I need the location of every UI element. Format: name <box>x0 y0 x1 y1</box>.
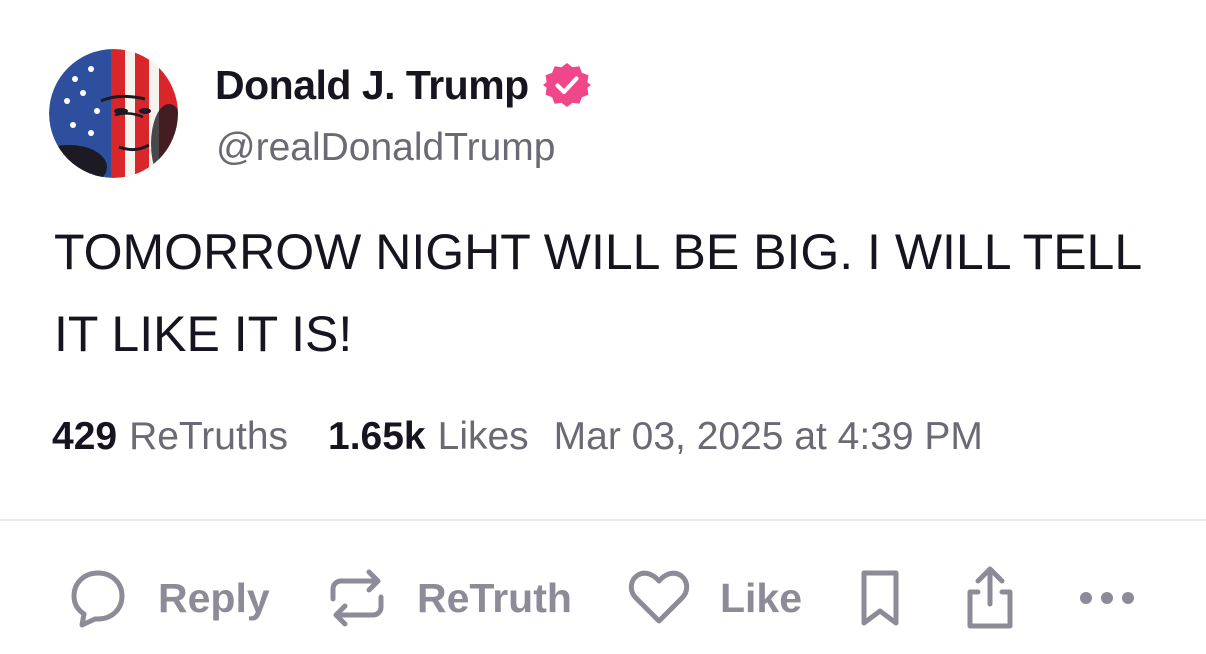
like-label: Like <box>720 574 803 621</box>
retruth-button[interactable]: ReTruth <box>325 560 572 636</box>
bookmark-button[interactable] <box>853 560 907 636</box>
verified-badge-icon <box>542 63 591 107</box>
author-handle[interactable]: @realDonaldTrump <box>216 126 555 170</box>
retruths-label[interactable]: ReTruths <box>129 415 288 459</box>
more-dots-icon <box>1080 592 1134 604</box>
likes-count[interactable]: 1.65k <box>328 415 426 459</box>
reply-label: Reply <box>158 574 270 621</box>
post-timestamp[interactable]: Mar 03, 2025 at 4:39 PM <box>554 415 983 459</box>
avatar[interactable] <box>49 49 178 178</box>
repost-arrows-icon <box>330 569 384 627</box>
avatar-image <box>49 49 178 178</box>
likes-label[interactable]: Likes <box>438 415 529 459</box>
more-button[interactable] <box>1076 560 1138 636</box>
post-text: TOMORROW NIGHT WILL BE BIG. I WILL TELL … <box>54 224 1141 362</box>
bookmark-icon <box>861 570 899 626</box>
share-button[interactable] <box>958 560 1022 636</box>
like-button[interactable]: Like <box>626 560 802 636</box>
action-bar: Reply ReTruth Like <box>0 560 1206 640</box>
author-name-row: Donald J. Trump <box>215 60 591 110</box>
reply-button[interactable]: Reply <box>68 560 270 636</box>
post-stats: 429 ReTruths 1.65k Likes Mar 03, 2025 at… <box>52 412 983 462</box>
retruth-label: ReTruth <box>417 574 572 621</box>
retruths-count[interactable]: 429 <box>52 415 117 459</box>
display-name[interactable]: Donald J. Trump <box>215 62 529 109</box>
speech-bubble-icon <box>71 570 125 628</box>
divider <box>0 519 1206 521</box>
share-icon <box>967 566 1013 629</box>
heart-icon <box>628 570 690 624</box>
